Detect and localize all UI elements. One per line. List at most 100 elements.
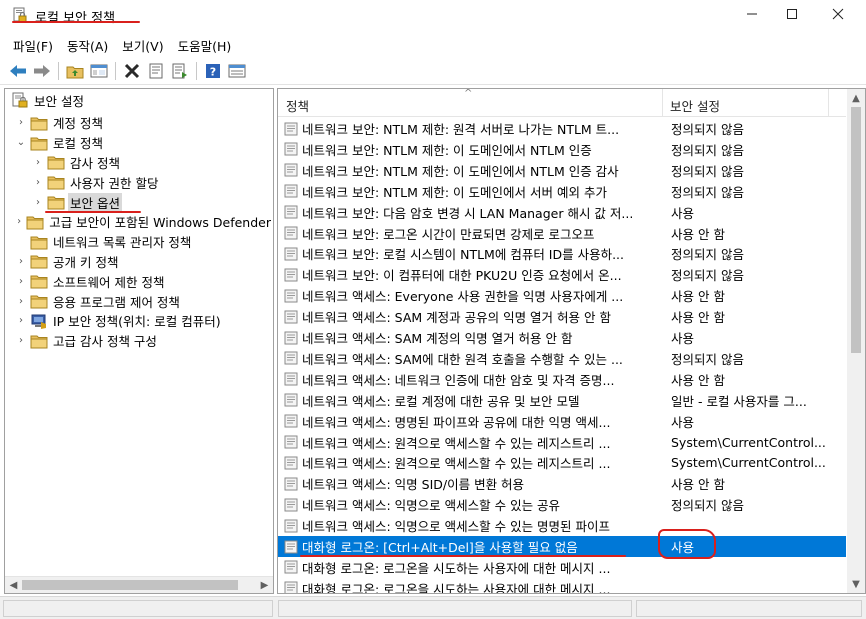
policy-list[interactable]: ^ 정책 보안 설정 네트워크 보안: NTLM 제한: 원격 서버로 나가는 … — [277, 88, 866, 594]
tree-item[interactable]: › 보안 옵션 — [5, 192, 273, 212]
export-list-button[interactable] — [168, 60, 191, 82]
properties-button[interactable] — [144, 60, 167, 82]
table-row[interactable]: 네트워크 액세스: 네트워크 인증에 대한 암호 및 자격 증명... 사용 안 … — [278, 369, 846, 390]
chevron-right-icon[interactable]: › — [15, 117, 27, 129]
policy-icon — [284, 435, 298, 449]
chevron-right-icon[interactable]: › — [15, 255, 27, 267]
menu-action[interactable]: 동작(A) — [60, 34, 115, 57]
table-row[interactable]: 네트워크 액세스: SAM에 대한 원격 호출을 수행할 수 있는 ... 정의되… — [278, 348, 846, 369]
status-cell — [278, 600, 632, 617]
tree-item-label: 로컬 정책 — [53, 136, 103, 152]
table-row[interactable]: 네트워크 액세스: SAM 계정의 익명 열거 허용 안 함 사용 — [278, 327, 846, 348]
table-row[interactable]: 네트워크 액세스: 로컬 계정에 대한 공유 및 보안 모델 일반 - 로컬 사용… — [278, 390, 846, 411]
minimize-button[interactable] — [730, 0, 774, 28]
table-row[interactable]: 네트워크 액세스: 익명으로 액세스할 수 있는 명명된 파이프 — [278, 515, 846, 536]
chevron-down-icon[interactable]: ⌄ — [15, 137, 27, 149]
scroll-up-icon[interactable]: ▲ — [847, 89, 865, 107]
table-row[interactable]: 네트워크 액세스: Everyone 사용 권한을 익명 사용자에게 ... 사용… — [278, 285, 846, 306]
menu-view[interactable]: 보기(V) — [115, 34, 170, 57]
table-row[interactable]: 네트워크 액세스: 원격으로 액세스할 수 있는 레지스트리 ... System… — [278, 432, 846, 453]
folder-icon — [30, 135, 48, 151]
table-row[interactable]: 네트워크 보안: 로컬 시스템이 NTLM에 컴퓨터 ID를 사용하... 정의되… — [278, 243, 846, 264]
tree-item[interactable]: 네트워크 목록 관리자 정책 — [5, 232, 273, 252]
table-row[interactable]: 네트워크 액세스: SAM 계정과 공유의 익명 열거 허용 안 함 사용 안 함 — [278, 306, 846, 327]
tree-item-label: 계정 정책 — [53, 116, 103, 132]
chevron-right-icon[interactable]: › — [15, 335, 27, 347]
column-divider[interactable] — [662, 89, 663, 117]
tree-item[interactable]: ⌄ 로컬 정책 — [5, 133, 273, 153]
svg-text:?: ? — [209, 65, 215, 78]
tree-item[interactable]: › 응용 프로그램 제어 정책 — [5, 291, 273, 311]
menu-file[interactable]: 파일(F) — [6, 34, 60, 57]
scroll-right-icon[interactable]: ▶ — [256, 577, 273, 593]
tree-horizontal-scrollbar[interactable]: ◀ ▶ — [5, 576, 273, 593]
no-expander — [15, 236, 27, 248]
table-row[interactable]: 네트워크 액세스: 익명 SID/이름 변환 허용 사용 안 함 — [278, 473, 846, 494]
table-row[interactable]: 네트워크 보안: 이 컴퓨터에 대한 PKU2U 인증 요청에서 온... 정의되… — [278, 264, 846, 285]
delete-button[interactable] — [120, 60, 143, 82]
status-cell — [3, 600, 273, 617]
close-button[interactable] — [816, 0, 860, 28]
table-row[interactable]: 네트워크 보안: NTLM 제한: 원격 서버로 나가는 NTLM 트... 정의… — [278, 118, 846, 139]
table-row[interactable]: 대화형 로그온: [Ctrl+Alt+Del]을 사용할 필요 없음 사용 — [278, 536, 846, 557]
table-row[interactable]: 네트워크 액세스: 원격으로 액세스할 수 있는 레지스트리 ... System… — [278, 452, 846, 473]
tree-item[interactable]: › 고급 감사 정책 구성 — [5, 331, 273, 351]
tree-item[interactable]: › 공개 키 정책 — [5, 251, 273, 271]
scroll-left-icon[interactable]: ◀ — [5, 577, 22, 593]
tree-item[interactable]: › 사용자 권한 할당 — [5, 172, 273, 192]
column-divider[interactable] — [828, 89, 829, 117]
view-button[interactable] — [225, 60, 248, 82]
table-row[interactable]: 네트워크 보안: 다음 암호 변경 시 LAN Manager 해시 값 저..… — [278, 202, 846, 223]
scroll-thumb[interactable] — [851, 107, 861, 353]
policy-icon — [284, 393, 298, 407]
table-row[interactable]: 네트워크 보안: NTLM 제한: 이 도메인에서 서버 예외 추가 정의되지 않… — [278, 181, 846, 202]
chevron-right-icon[interactable]: › — [32, 156, 44, 168]
help-button[interactable]: ? — [201, 60, 224, 82]
folder-icon — [47, 156, 65, 170]
forward-button[interactable] — [30, 60, 53, 82]
menu-help[interactable]: 도움말(H) — [171, 34, 239, 57]
tree-item[interactable]: › 계정 정책 — [5, 113, 273, 133]
chevron-right-icon[interactable]: › — [15, 216, 23, 228]
tree-item[interactable]: › 감사 정책 — [5, 152, 273, 172]
chevron-right-icon[interactable]: › — [15, 315, 27, 327]
tree-item[interactable]: › 소프트웨어 제한 정책 — [5, 271, 273, 291]
column-header-policy[interactable]: 정책 — [286, 96, 309, 115]
maximize-button[interactable] — [770, 0, 814, 28]
chevron-right-icon[interactable]: › — [15, 275, 27, 287]
table-row[interactable]: 네트워크 보안: 로그온 시간이 만료되면 강제로 로그오프 사용 안 함 — [278, 223, 846, 244]
table-row[interactable]: 네트워크 보안: NTLM 제한: 이 도메인에서 NTLM 인증 감사 정의되지… — [278, 160, 846, 181]
scroll-down-icon[interactable]: ▼ — [847, 575, 865, 593]
tree-item[interactable]: › IP 보안 정책(위치: 로컬 컴퓨터) — [5, 311, 273, 331]
security-setting-value: System\CurrentControl... — [671, 455, 826, 471]
table-row[interactable]: 네트워크 액세스: 익명으로 액세스할 수 있는 공유 정의되지 않음 — [278, 494, 846, 515]
scroll-thumb[interactable] — [22, 580, 238, 590]
policy-name: 네트워크 액세스: SAM에 대한 원격 호출을 수행할 수 있는 ... — [302, 351, 623, 367]
policy-icon — [284, 581, 298, 593]
policy-icon — [284, 351, 298, 365]
chevron-right-icon[interactable]: › — [32, 196, 44, 208]
chevron-right-icon[interactable]: › — [32, 176, 44, 188]
policy-icon — [284, 268, 298, 282]
up-one-level-button[interactable] — [63, 60, 86, 82]
security-setting-value: 사용 — [671, 331, 695, 346]
policy-icon — [284, 477, 298, 491]
policy-icon — [284, 560, 298, 574]
back-button[interactable] — [6, 60, 29, 82]
tree-item[interactable]: › 고급 보안이 포함된 Windows Defender — [5, 212, 273, 232]
console-tree[interactable]: 보안 설정 › 계정 정책 ⌄ 로컬 정책 › 감사 정책 › 사용자 권한 할당 › 보안 옵션 ›… — [4, 88, 274, 594]
policy-icon — [284, 519, 298, 533]
status-cell — [636, 600, 862, 617]
table-row[interactable]: 대화형 로그온: 로그온을 시도하는 사용자에 대한 메시지 ... — [278, 557, 846, 578]
table-row[interactable]: 네트워크 보안: NTLM 제한: 이 도메인에서 NTLM 인증 정의되지 않음 — [278, 139, 846, 160]
policy-name: 네트워크 액세스: Everyone 사용 권한을 익명 사용자에게 ... — [302, 289, 624, 305]
list-vertical-scrollbar[interactable]: ▲ ▼ — [847, 89, 865, 593]
column-header-setting[interactable]: 보안 설정 — [670, 96, 720, 115]
tree-item[interactable]: 보안 설정 — [5, 90, 273, 110]
table-row[interactable]: 대화형 로그온: 로그온을 시도하는 사용자에 대한 메시지 ... — [278, 578, 846, 593]
table-row[interactable]: 네트워크 액세스: 명명된 파이프와 공유에 대한 익명 액세... 사용 — [278, 411, 846, 432]
show-hide-tree-button[interactable] — [87, 60, 110, 82]
policy-icon — [284, 477, 298, 491]
chevron-right-icon[interactable]: › — [15, 295, 27, 307]
tree-item-label: 감사 정책 — [70, 155, 120, 171]
